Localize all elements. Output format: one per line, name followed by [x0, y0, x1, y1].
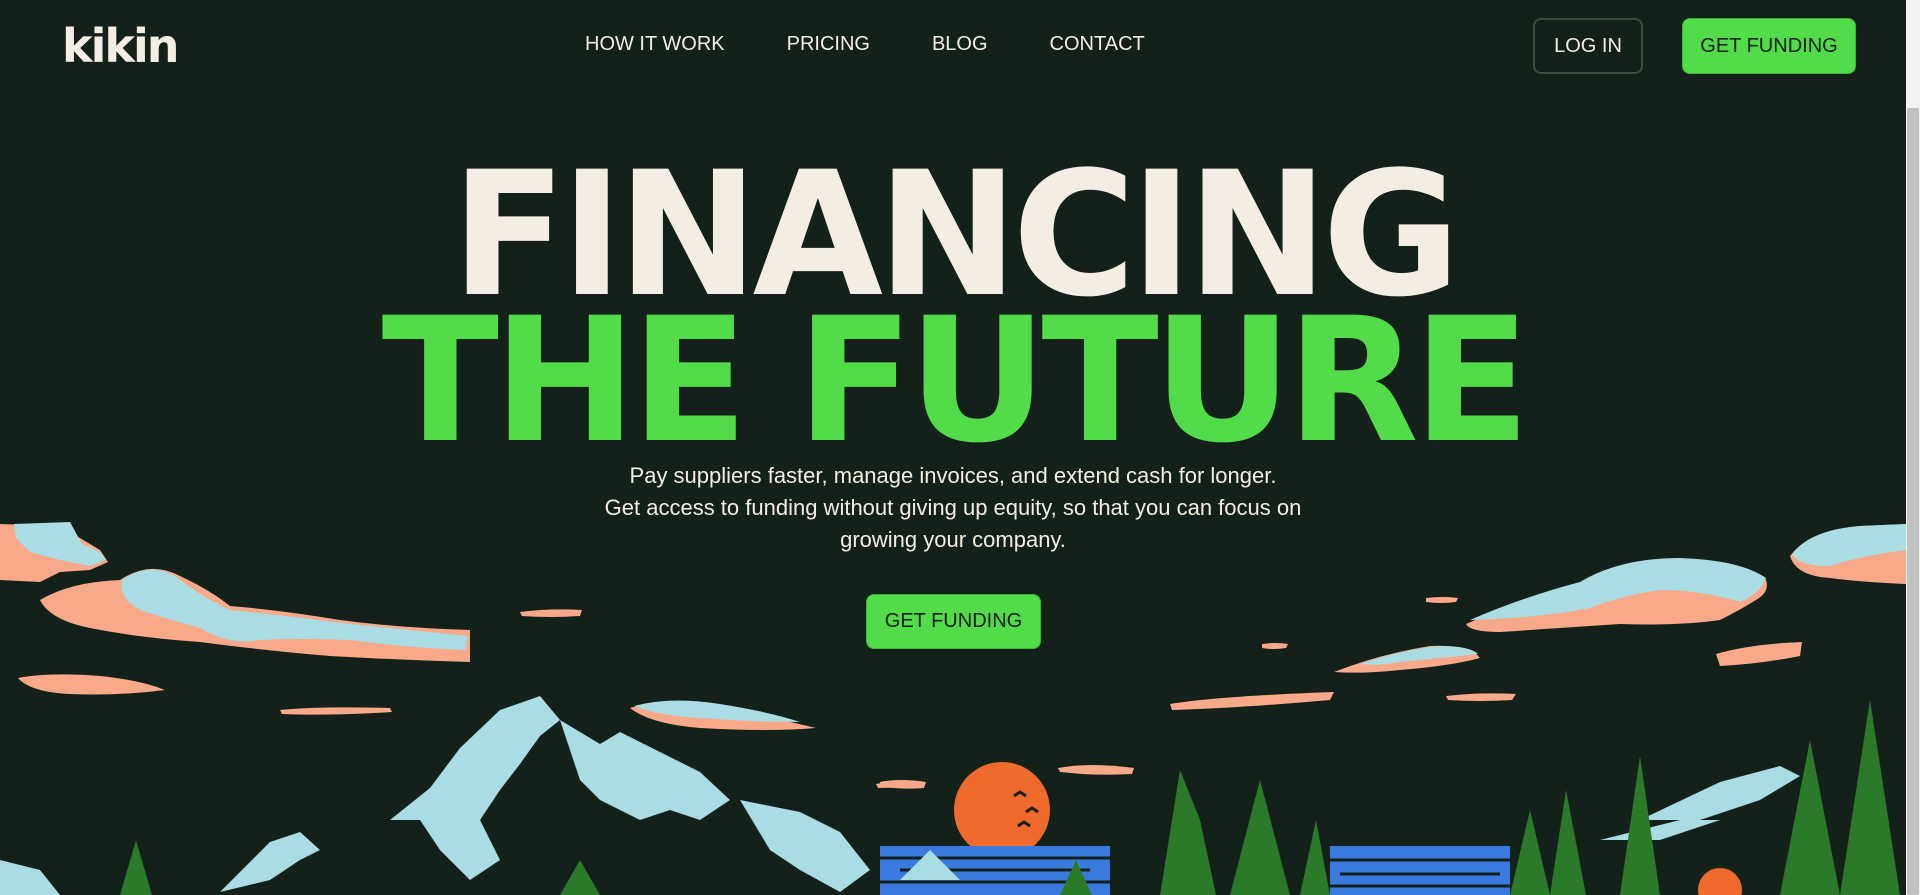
nav-item-how-it-work[interactable]: HOW IT WORK — [585, 30, 725, 58]
cloud-center-low — [630, 700, 816, 730]
cloud-right-main — [1466, 558, 1767, 632]
cloud-right-small-2 — [1170, 692, 1334, 710]
cloud-left-top — [0, 522, 108, 582]
cloud-right-top — [1790, 524, 1906, 584]
header-get-funding-button[interactable]: GET FUNDING — [1682, 18, 1856, 74]
sun-right-icon — [1698, 868, 1742, 895]
cloud-right-small-5 — [1426, 597, 1458, 603]
cloud-left-main — [40, 568, 470, 662]
nav-item-pricing[interactable]: PRICING — [787, 30, 870, 58]
main-nav: HOW IT WORK PRICING BLOG CONTACT — [585, 30, 1207, 58]
cloud-right-small-1 — [1716, 642, 1802, 666]
nav-item-contact[interactable]: CONTACT — [1050, 30, 1145, 58]
landing-page: kikin HOW IT WORK PRICING BLOG CONTACT L… — [0, 0, 1920, 895]
hero-subtitle-line3: growing your company. — [840, 527, 1066, 552]
cloud-left-small-2 — [280, 707, 392, 715]
nav-item-blog[interactable]: BLOG — [932, 30, 988, 58]
site-header: kikin HOW IT WORK PRICING BLOG CONTACT L… — [0, 0, 1920, 90]
hero-headline-line2: THE FUTURE — [381, 280, 1531, 481]
kikin-logo[interactable]: kikin — [62, 18, 179, 74]
login-button[interactable]: LOG IN — [1533, 18, 1643, 74]
sun-icon — [954, 762, 1050, 858]
hero-subtitle-line2: Get access to funding without giving up … — [604, 495, 1302, 520]
cloud-left-small-3 — [520, 609, 582, 617]
hero-get-funding-button[interactable]: GET FUNDING — [866, 594, 1041, 649]
hero-subtitle: Pay suppliers faster, manage invoices, a… — [453, 460, 1453, 556]
cloud-left-small-1 — [18, 674, 165, 695]
scrollbar-thumb[interactable] — [1907, 108, 1919, 895]
cloud-right-small-4 — [1262, 643, 1288, 649]
hero-subtitle-line1: Pay suppliers faster, manage invoices, a… — [629, 463, 1277, 488]
cloud-right-small-3 — [1446, 693, 1516, 701]
mountain-landscape-illustration — [0, 522, 1906, 895]
cloud-right-mid — [1334, 645, 1480, 673]
